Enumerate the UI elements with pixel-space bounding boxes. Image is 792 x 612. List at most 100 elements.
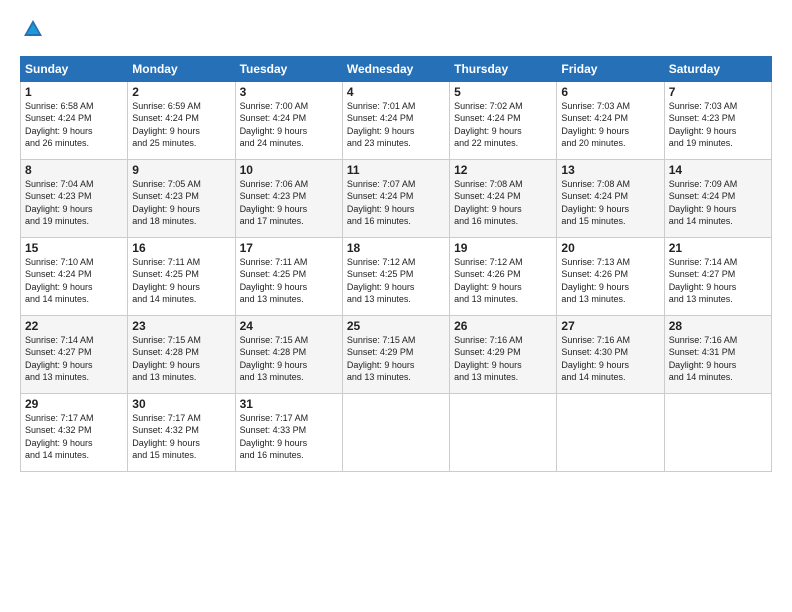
calendar-cell: 24Sunrise: 7:15 AM Sunset: 4:28 PM Dayli…	[235, 315, 342, 393]
logo	[20, 18, 44, 46]
day-header: Friday	[557, 56, 664, 81]
day-info: Sunrise: 7:07 AM Sunset: 4:24 PM Dayligh…	[347, 178, 445, 228]
calendar-cell: 16Sunrise: 7:11 AM Sunset: 4:25 PM Dayli…	[128, 237, 235, 315]
calendar-cell: 22Sunrise: 7:14 AM Sunset: 4:27 PM Dayli…	[21, 315, 128, 393]
calendar-cell: 3Sunrise: 7:00 AM Sunset: 4:24 PM Daylig…	[235, 81, 342, 159]
day-number: 15	[25, 241, 123, 255]
calendar-cell: 15Sunrise: 7:10 AM Sunset: 4:24 PM Dayli…	[21, 237, 128, 315]
day-info: Sunrise: 7:08 AM Sunset: 4:24 PM Dayligh…	[561, 178, 659, 228]
calendar-cell	[557, 393, 664, 471]
day-header: Monday	[128, 56, 235, 81]
day-number: 28	[669, 319, 767, 333]
calendar-cell: 30Sunrise: 7:17 AM Sunset: 4:32 PM Dayli…	[128, 393, 235, 471]
calendar-cell: 13Sunrise: 7:08 AM Sunset: 4:24 PM Dayli…	[557, 159, 664, 237]
day-info: Sunrise: 7:15 AM Sunset: 4:29 PM Dayligh…	[347, 334, 445, 384]
calendar-cell: 14Sunrise: 7:09 AM Sunset: 4:24 PM Dayli…	[664, 159, 771, 237]
day-info: Sunrise: 7:17 AM Sunset: 4:33 PM Dayligh…	[240, 412, 338, 462]
calendar-cell: 12Sunrise: 7:08 AM Sunset: 4:24 PM Dayli…	[450, 159, 557, 237]
day-number: 24	[240, 319, 338, 333]
calendar-cell: 10Sunrise: 7:06 AM Sunset: 4:23 PM Dayli…	[235, 159, 342, 237]
day-number: 4	[347, 85, 445, 99]
day-header: Thursday	[450, 56, 557, 81]
day-header: Sunday	[21, 56, 128, 81]
day-number: 31	[240, 397, 338, 411]
day-number: 14	[669, 163, 767, 177]
day-number: 8	[25, 163, 123, 177]
logo-icon	[22, 18, 44, 40]
day-info: Sunrise: 7:04 AM Sunset: 4:23 PM Dayligh…	[25, 178, 123, 228]
day-number: 18	[347, 241, 445, 255]
day-number: 29	[25, 397, 123, 411]
day-info: Sunrise: 7:17 AM Sunset: 4:32 PM Dayligh…	[25, 412, 123, 462]
calendar-cell: 17Sunrise: 7:11 AM Sunset: 4:25 PM Dayli…	[235, 237, 342, 315]
day-number: 11	[347, 163, 445, 177]
day-info: Sunrise: 6:58 AM Sunset: 4:24 PM Dayligh…	[25, 100, 123, 150]
day-number: 6	[561, 85, 659, 99]
calendar-cell: 27Sunrise: 7:16 AM Sunset: 4:30 PM Dayli…	[557, 315, 664, 393]
day-info: Sunrise: 7:11 AM Sunset: 4:25 PM Dayligh…	[132, 256, 230, 306]
calendar-cell: 31Sunrise: 7:17 AM Sunset: 4:33 PM Dayli…	[235, 393, 342, 471]
day-info: Sunrise: 6:59 AM Sunset: 4:24 PM Dayligh…	[132, 100, 230, 150]
day-info: Sunrise: 7:14 AM Sunset: 4:27 PM Dayligh…	[669, 256, 767, 306]
day-info: Sunrise: 7:16 AM Sunset: 4:30 PM Dayligh…	[561, 334, 659, 384]
day-number: 12	[454, 163, 552, 177]
day-number: 17	[240, 241, 338, 255]
calendar-cell: 23Sunrise: 7:15 AM Sunset: 4:28 PM Dayli…	[128, 315, 235, 393]
calendar-cell: 9Sunrise: 7:05 AM Sunset: 4:23 PM Daylig…	[128, 159, 235, 237]
header	[20, 18, 772, 46]
day-info: Sunrise: 7:15 AM Sunset: 4:28 PM Dayligh…	[132, 334, 230, 384]
calendar-page: SundayMondayTuesdayWednesdayThursdayFrid…	[0, 0, 792, 482]
calendar-cell: 11Sunrise: 7:07 AM Sunset: 4:24 PM Dayli…	[342, 159, 449, 237]
day-info: Sunrise: 7:10 AM Sunset: 4:24 PM Dayligh…	[25, 256, 123, 306]
day-info: Sunrise: 7:12 AM Sunset: 4:26 PM Dayligh…	[454, 256, 552, 306]
day-number: 10	[240, 163, 338, 177]
day-info: Sunrise: 7:16 AM Sunset: 4:31 PM Dayligh…	[669, 334, 767, 384]
calendar-cell: 18Sunrise: 7:12 AM Sunset: 4:25 PM Dayli…	[342, 237, 449, 315]
calendar-cell: 20Sunrise: 7:13 AM Sunset: 4:26 PM Dayli…	[557, 237, 664, 315]
day-number: 20	[561, 241, 659, 255]
day-number: 9	[132, 163, 230, 177]
day-number: 22	[25, 319, 123, 333]
day-info: Sunrise: 7:06 AM Sunset: 4:23 PM Dayligh…	[240, 178, 338, 228]
calendar-cell: 7Sunrise: 7:03 AM Sunset: 4:23 PM Daylig…	[664, 81, 771, 159]
day-number: 2	[132, 85, 230, 99]
day-number: 5	[454, 85, 552, 99]
day-number: 21	[669, 241, 767, 255]
day-number: 27	[561, 319, 659, 333]
calendar-cell: 5Sunrise: 7:02 AM Sunset: 4:24 PM Daylig…	[450, 81, 557, 159]
day-info: Sunrise: 7:08 AM Sunset: 4:24 PM Dayligh…	[454, 178, 552, 228]
calendar-cell: 6Sunrise: 7:03 AM Sunset: 4:24 PM Daylig…	[557, 81, 664, 159]
day-info: Sunrise: 7:13 AM Sunset: 4:26 PM Dayligh…	[561, 256, 659, 306]
day-info: Sunrise: 7:14 AM Sunset: 4:27 PM Dayligh…	[25, 334, 123, 384]
day-number: 23	[132, 319, 230, 333]
day-info: Sunrise: 7:09 AM Sunset: 4:24 PM Dayligh…	[669, 178, 767, 228]
day-info: Sunrise: 7:16 AM Sunset: 4:29 PM Dayligh…	[454, 334, 552, 384]
day-info: Sunrise: 7:05 AM Sunset: 4:23 PM Dayligh…	[132, 178, 230, 228]
calendar-cell: 19Sunrise: 7:12 AM Sunset: 4:26 PM Dayli…	[450, 237, 557, 315]
day-header: Saturday	[664, 56, 771, 81]
day-number: 30	[132, 397, 230, 411]
day-info: Sunrise: 7:11 AM Sunset: 4:25 PM Dayligh…	[240, 256, 338, 306]
day-number: 13	[561, 163, 659, 177]
calendar-cell: 2Sunrise: 6:59 AM Sunset: 4:24 PM Daylig…	[128, 81, 235, 159]
day-header: Tuesday	[235, 56, 342, 81]
calendar-cell	[664, 393, 771, 471]
calendar-cell	[342, 393, 449, 471]
day-info: Sunrise: 7:02 AM Sunset: 4:24 PM Dayligh…	[454, 100, 552, 150]
day-number: 7	[669, 85, 767, 99]
day-header: Wednesday	[342, 56, 449, 81]
day-number: 1	[25, 85, 123, 99]
day-number: 26	[454, 319, 552, 333]
day-info: Sunrise: 7:03 AM Sunset: 4:23 PM Dayligh…	[669, 100, 767, 150]
calendar-cell: 1Sunrise: 6:58 AM Sunset: 4:24 PM Daylig…	[21, 81, 128, 159]
day-number: 3	[240, 85, 338, 99]
day-info: Sunrise: 7:00 AM Sunset: 4:24 PM Dayligh…	[240, 100, 338, 150]
calendar-cell	[450, 393, 557, 471]
day-number: 25	[347, 319, 445, 333]
day-info: Sunrise: 7:03 AM Sunset: 4:24 PM Dayligh…	[561, 100, 659, 150]
day-info: Sunrise: 7:12 AM Sunset: 4:25 PM Dayligh…	[347, 256, 445, 306]
calendar-cell: 8Sunrise: 7:04 AM Sunset: 4:23 PM Daylig…	[21, 159, 128, 237]
calendar-cell: 26Sunrise: 7:16 AM Sunset: 4:29 PM Dayli…	[450, 315, 557, 393]
day-number: 19	[454, 241, 552, 255]
day-info: Sunrise: 7:15 AM Sunset: 4:28 PM Dayligh…	[240, 334, 338, 384]
